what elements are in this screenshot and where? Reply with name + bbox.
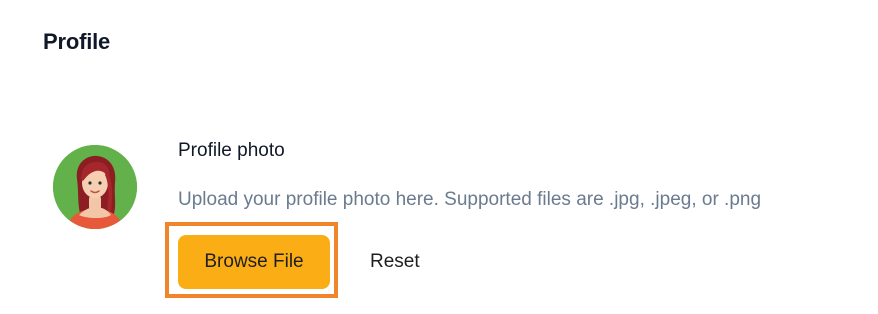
browse-file-button[interactable]: Browse File — [178, 235, 330, 289]
profile-photo-heading: Profile photo — [178, 140, 285, 161]
page-title: Profile — [43, 29, 111, 54]
avatar — [53, 145, 137, 229]
reset-button[interactable]: Reset — [360, 235, 430, 289]
profile-photo-description: Upload your profile photo here. Supporte… — [178, 189, 762, 210]
woman-avatar-icon — [53, 145, 137, 229]
